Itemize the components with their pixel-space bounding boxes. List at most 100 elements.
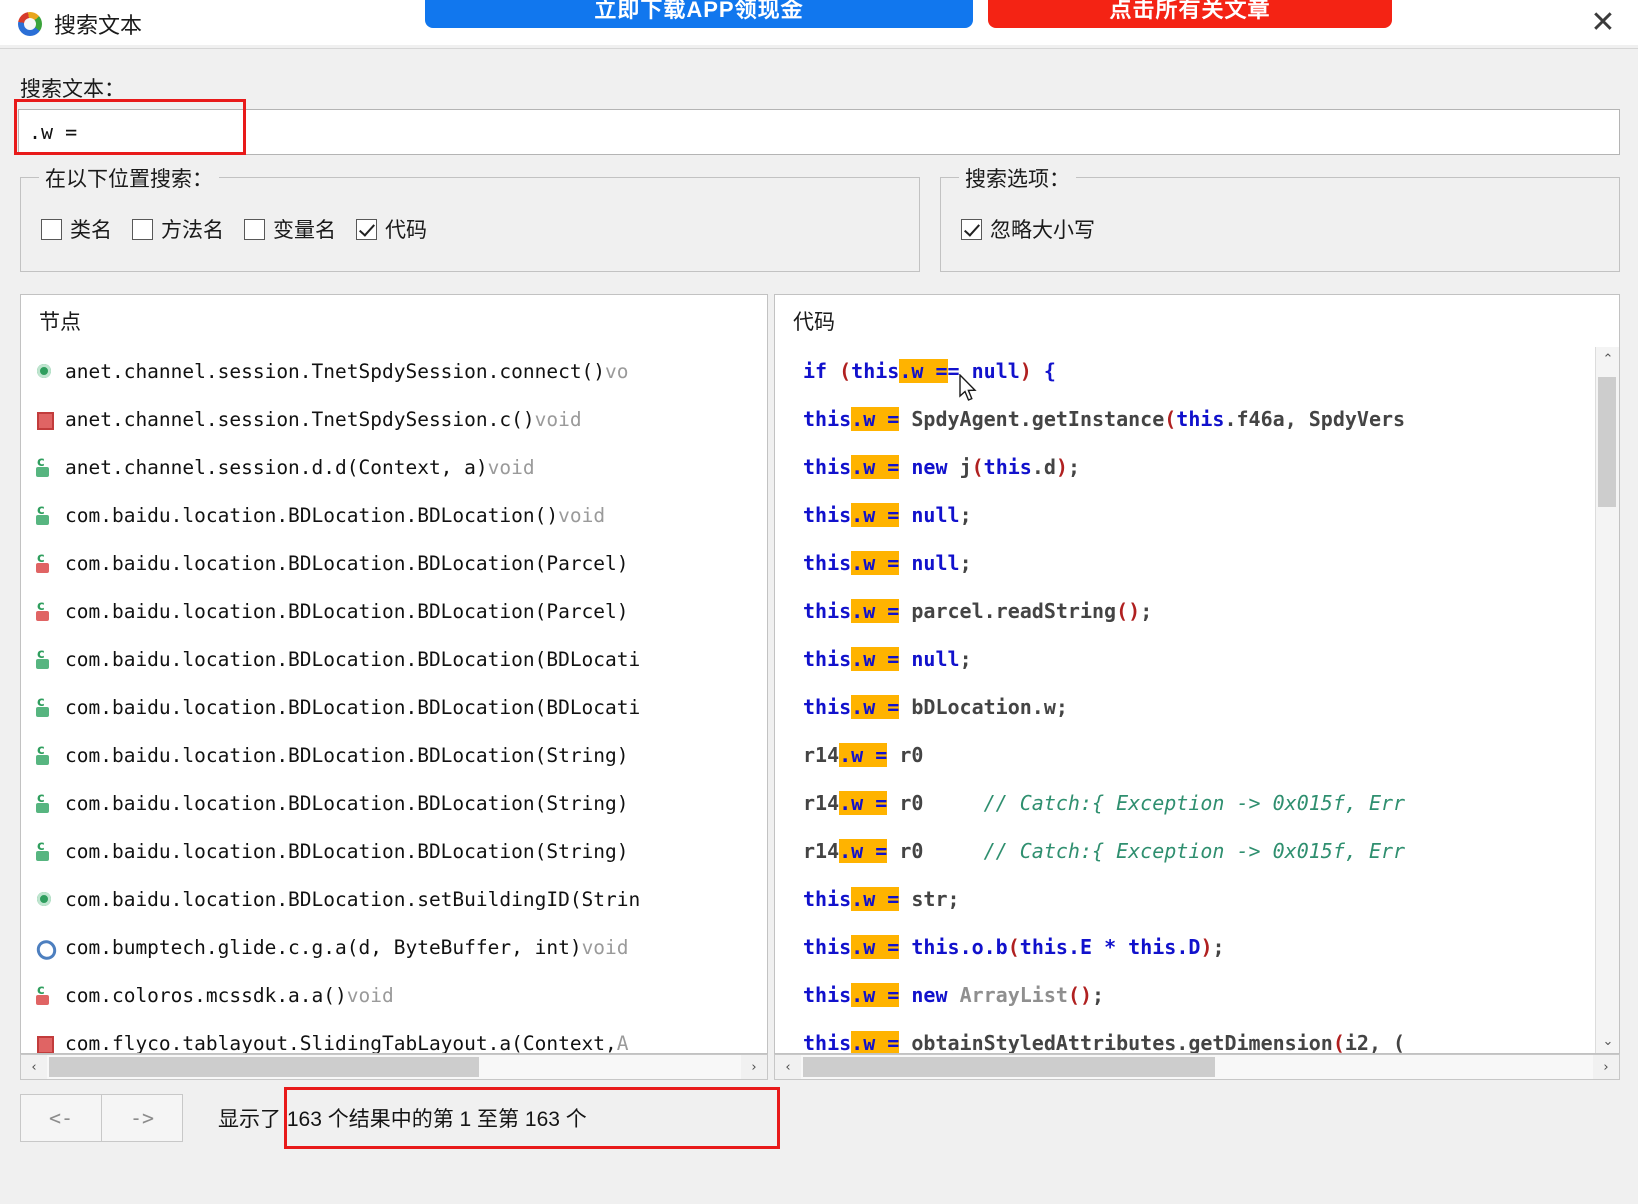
node-list-item[interactable]: com.baidu.location.BDLocation.BDLocation… xyxy=(21,587,767,635)
close-icon[interactable]: ✕ xyxy=(1582,4,1624,42)
node-list-item[interactable]: com.baidu.location.BDLocation.BDLocation… xyxy=(21,683,767,731)
code-line[interactable]: if (this .w = = null) { xyxy=(775,347,1619,395)
code-line[interactable]: this .w = obtainStyledAttributes.getDimen… xyxy=(775,1019,1619,1053)
code-token: // Catch:{ Exception -> 0x015f, Err xyxy=(923,839,1406,863)
code-match-highlight: .w = xyxy=(851,1031,900,1053)
code-line[interactable]: this .w = str; xyxy=(775,875,1619,923)
code-token: null xyxy=(899,551,960,575)
node-list-item[interactable]: anet.channel.session.TnetSpdySession.con… xyxy=(21,347,767,395)
node-list-item-label: anet.channel.session.d.d(Context, a) xyxy=(65,455,488,479)
nodes-horizontal-scrollbar[interactable]: ‹ › xyxy=(20,1054,768,1080)
scroll-left-icon[interactable]: ‹ xyxy=(775,1055,801,1079)
code-vertical-scrollbar[interactable]: ⌃ ⌄ xyxy=(1595,347,1619,1053)
code-match-highlight: .w = xyxy=(899,359,948,383)
node-list-item[interactable]: com.baidu.location.BDLocation.BDLocation… xyxy=(21,731,767,779)
code-match-highlight: .w = xyxy=(839,743,888,767)
scroll-down-icon[interactable]: ⌄ xyxy=(1596,1029,1619,1053)
code-line[interactable]: this .w = null; xyxy=(775,491,1619,539)
code-line[interactable]: this .w = this .o.b(this .E * this .D); xyxy=(775,923,1619,971)
node-return-type: void xyxy=(346,983,394,1007)
scrollbar-track[interactable] xyxy=(801,1055,1593,1079)
node-list-item[interactable]: com.baidu.location.BDLocation.BDLocation… xyxy=(21,539,767,587)
previous-page-button[interactable]: <- xyxy=(20,1094,102,1142)
search-location-checkboxes: 类名 方法名 变量名 代码 xyxy=(41,214,427,244)
node-list-item[interactable]: anet.channel.session.TnetSpdySession.c()… xyxy=(21,395,767,443)
node-list-item[interactable]: com.baidu.location.BDLocation.BDLocation… xyxy=(21,491,767,539)
checkbox-class-name[interactable]: 类名 xyxy=(41,214,112,244)
code-token: .E * xyxy=(1067,935,1129,959)
checkbox-label: 类名 xyxy=(70,219,112,242)
code-line[interactable]: this .w = SpdyAgent.getInstance(this .f46a… xyxy=(775,395,1619,443)
code-line[interactable]: this .w = new ArrayList(); xyxy=(775,971,1619,1019)
node-list-item[interactable]: com.baidu.location.BDLocation.BDLocation… xyxy=(21,779,767,827)
scrollbar-track[interactable] xyxy=(47,1055,741,1079)
scroll-up-icon[interactable]: ⌃ xyxy=(1596,347,1619,371)
code-line[interactable]: this .w = null; xyxy=(775,635,1619,683)
code-token: .f46a xyxy=(1224,407,1285,431)
checkbox-label: 忽略大小写 xyxy=(990,219,1095,242)
pub-method-icon xyxy=(35,889,53,909)
node-list-item[interactable]: com.coloros.mcssdk.a.a() void xyxy=(21,971,767,1019)
search-input[interactable] xyxy=(18,109,1620,155)
checkbox-box-icon[interactable] xyxy=(41,218,62,240)
checkbox-code[interactable]: 代码 xyxy=(356,214,427,244)
node-list-item[interactable]: com.baidu.location.BDLocation.BDLocation… xyxy=(21,635,767,683)
code-match-highlight: .w = xyxy=(851,455,900,479)
scroll-left-icon[interactable]: ‹ xyxy=(21,1055,47,1079)
code-token: ) xyxy=(1200,935,1213,959)
code-match-highlight: .w = xyxy=(851,599,900,623)
node-list-item[interactable]: com.bumptech.glide.c.g.a(d, ByteBuffer, … xyxy=(21,923,767,971)
pub-ctor-icon xyxy=(35,695,53,717)
next-page-button[interactable]: -> xyxy=(101,1094,183,1142)
checkbox-variable-name[interactable]: 变量名 xyxy=(244,214,336,244)
node-list-item[interactable]: anet.channel.session.d.d(Context, a) voi… xyxy=(21,443,767,491)
checkbox-box-icon[interactable] xyxy=(244,218,265,240)
pub-method-icon xyxy=(35,361,53,381)
nodes-list[interactable]: anet.channel.session.TnetSpdySession.con… xyxy=(21,347,767,1053)
checkbox-label: 代码 xyxy=(385,219,427,242)
code-line[interactable]: r14 .w = r0 // Catch:{ Exception -> 0x015… xyxy=(775,779,1619,827)
code-token: () xyxy=(1116,599,1141,623)
code-token: this xyxy=(803,407,852,431)
code-token: r0 xyxy=(887,839,924,863)
code-panel: 代码 if (this .w = = null) {this .w = SpdyAge… xyxy=(774,294,1620,1054)
code-line[interactable]: r14 .w = r0 // Catch:{ Exception -> 0x015… xyxy=(775,827,1619,875)
node-return-type: void xyxy=(558,503,606,527)
code-match-highlight: .w = xyxy=(851,935,900,959)
checkbox-checked-icon[interactable] xyxy=(961,218,982,240)
scrollbar-thumb[interactable] xyxy=(803,1057,1215,1077)
code-token: str; xyxy=(899,887,960,911)
node-list-item-label: com.baidu.location.BDLocation.BDLocation… xyxy=(65,839,629,863)
checkbox-method-name[interactable]: 方法名 xyxy=(132,214,224,244)
result-count-text: 显示了 163 个结果中的第 1 至第 163 个 xyxy=(218,1108,587,1131)
code-line[interactable]: this .w = null; xyxy=(775,539,1619,587)
code-token: ; xyxy=(1212,935,1225,959)
code-panel-header: 代码 xyxy=(775,295,1619,347)
promo-secondary-button[interactable]: 点击所有关文章 xyxy=(988,0,1392,28)
code-line[interactable]: this .w = bDLocation.w; xyxy=(775,683,1619,731)
promo-primary-button[interactable]: 立即下载APP领现金 xyxy=(425,0,973,28)
scroll-right-icon[interactable]: › xyxy=(741,1055,767,1079)
code-line[interactable]: this .w = new j(this .d); xyxy=(775,443,1619,491)
code-token: parcel.readString xyxy=(899,599,1117,623)
scrollbar-thumb[interactable] xyxy=(49,1057,480,1077)
node-list-item-label: anet.channel.session.TnetSpdySession.con… xyxy=(65,359,606,383)
checkbox-box-icon[interactable] xyxy=(132,218,153,240)
code-match-highlight: .w = xyxy=(839,839,888,863)
code-token: new xyxy=(899,455,960,479)
code-match-highlight: .w = xyxy=(851,551,900,575)
checkbox-ignore-case[interactable]: 忽略大小写 xyxy=(961,214,1095,244)
code-line[interactable]: this .w = parcel.readString(); xyxy=(775,587,1619,635)
code-line[interactable]: r14 .w = r0 xyxy=(775,731,1619,779)
code-lines[interactable]: if (this .w = = null) {this .w = SpdyAgent.… xyxy=(775,347,1619,1053)
scrollbar-thumb[interactable] xyxy=(1598,377,1616,507)
code-token: ) xyxy=(1055,455,1068,479)
scroll-right-icon[interactable]: › xyxy=(1593,1055,1619,1079)
code-horizontal-scrollbar[interactable]: ‹ › xyxy=(774,1054,1620,1080)
checkbox-checked-icon[interactable] xyxy=(356,218,377,240)
code-token: this xyxy=(851,359,900,383)
node-list-item[interactable]: com.baidu.location.BDLocation.setBuildin… xyxy=(21,875,767,923)
node-list-item[interactable]: com.flyco.tablayout.SlidingTabLayout.a(C… xyxy=(21,1019,767,1053)
window-title: 搜索文本 xyxy=(54,13,143,38)
node-list-item[interactable]: com.baidu.location.BDLocation.BDLocation… xyxy=(21,827,767,875)
